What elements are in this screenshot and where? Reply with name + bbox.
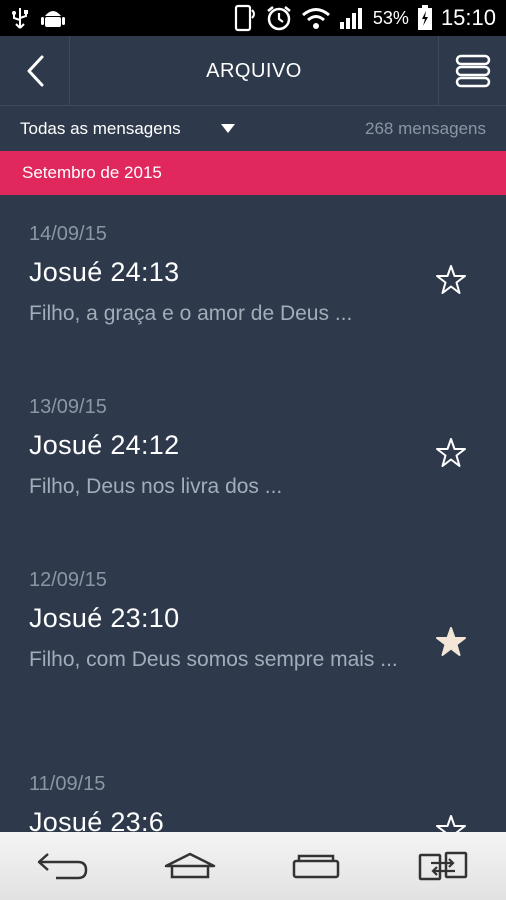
star-outline-icon[interactable]	[434, 813, 468, 832]
back-icon	[38, 853, 88, 880]
message-preview: Filho, Deus nos livra dos ...	[29, 475, 283, 498]
phone-rotate-icon	[234, 4, 255, 32]
list-item[interactable]: 12/09/15 Josué 23:10 Filho, com Deus som…	[0, 541, 506, 745]
message-reference: Josué 24:12	[29, 430, 180, 460]
message-filter-dropdown[interactable]: Todas as mensagens	[20, 119, 235, 139]
dropdown-arrow-icon	[220, 124, 235, 133]
star-outline-icon[interactable]	[434, 263, 468, 297]
chevron-left-icon	[27, 55, 43, 87]
filter-bar: Todas as mensagens 268 mensagens	[0, 107, 506, 151]
message-count: 268 mensagens	[365, 119, 486, 138]
nav-back-button[interactable]	[23, 836, 103, 896]
clock: 15:10	[440, 5, 496, 30]
usb-icon	[12, 8, 28, 29]
star-filled-icon[interactable]	[434, 625, 468, 659]
message-reference: Josué 24:13	[29, 257, 180, 287]
list-item[interactable]: 13/09/15 Josué 24:12 Filho, Deus nos liv…	[0, 368, 506, 541]
list-item[interactable]: 14/09/15 Josué 24:13 Filho, a graça e o …	[0, 195, 506, 368]
message-preview: Filho, com Deus somos sempre mais ...	[29, 648, 398, 671]
nav-home-button[interactable]	[150, 836, 230, 896]
battery-percent: 53%	[372, 7, 409, 28]
system-nav-bar	[0, 832, 506, 900]
android-debug-icon	[41, 11, 65, 27]
alarm-icon	[267, 6, 291, 31]
message-date: 12/09/15	[29, 569, 107, 591]
nav-recent-apps-button[interactable]	[276, 836, 356, 896]
message-reference: Josué 23:10	[29, 603, 180, 633]
message-date: 14/09/15	[29, 223, 107, 245]
battery-icon	[417, 5, 432, 30]
message-preview: Filho, a graça e o amor de Deus ...	[29, 302, 353, 325]
page-title: ARQUIVO	[206, 59, 302, 82]
nav-switch-app-button[interactable]	[403, 836, 483, 896]
switch-app-icon	[418, 851, 467, 881]
message-reference: Josué 23:6	[29, 807, 165, 832]
message-list: 14/09/15 Josué 24:13 Filho, a graça e o …	[0, 195, 506, 832]
month-section-header: Setembro de 2015	[0, 151, 506, 195]
home-icon	[164, 852, 215, 879]
message-date: 11/09/15	[29, 773, 106, 795]
recent-apps-icon	[293, 854, 340, 879]
list-item[interactable]: 11/09/15 Josué 23:6	[0, 745, 506, 832]
menu-button[interactable]	[438, 36, 506, 106]
menu-icon	[455, 54, 490, 88]
star-outline-icon[interactable]	[434, 436, 468, 470]
filter-selected-label: Todas as mensagens	[20, 119, 181, 138]
status-bar: 53% 15:10	[0, 0, 506, 36]
back-button[interactable]	[0, 36, 70, 106]
signal-icon	[339, 8, 362, 29]
message-date: 13/09/15	[29, 396, 107, 418]
wifi-icon	[301, 8, 330, 29]
app-header: ARQUIVO	[0, 36, 506, 106]
